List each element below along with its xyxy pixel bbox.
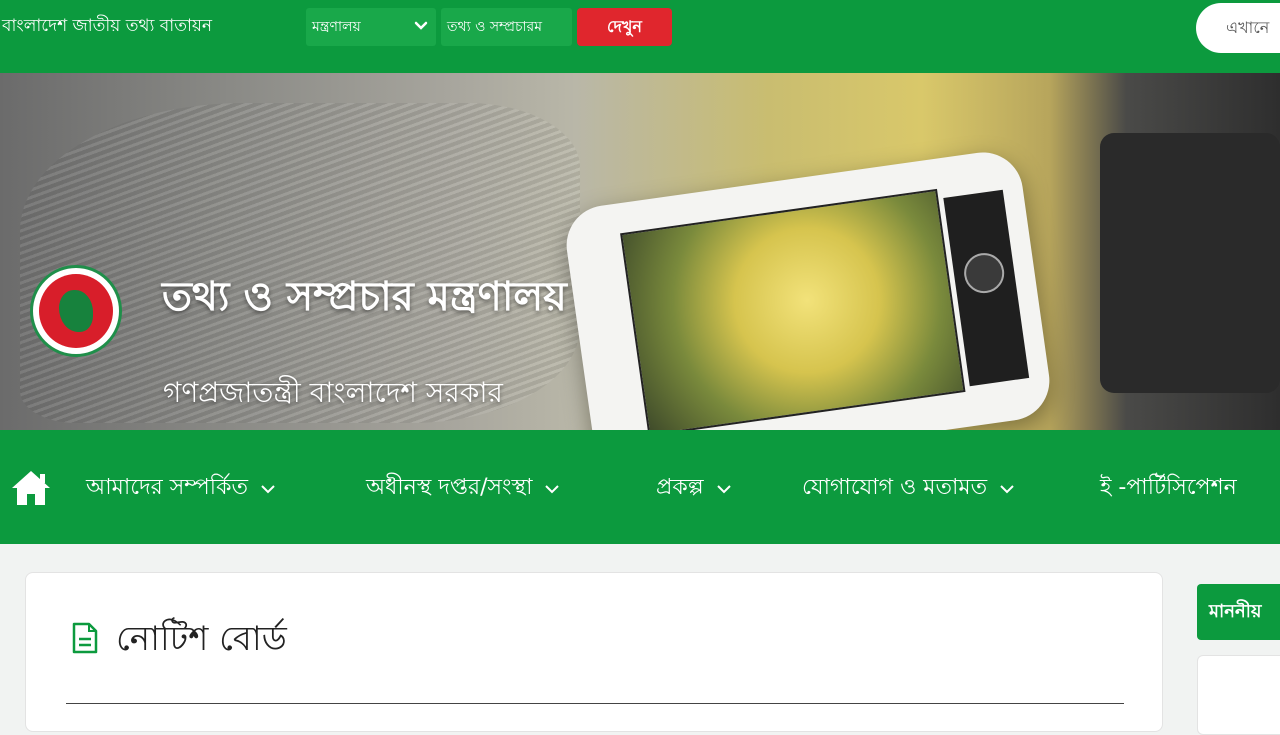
nav-item-subordinate-offices[interactable]: অধীনস্থ দপ্তর/সংস্থা xyxy=(366,470,560,507)
ministry-select-value: মন্ত্রণালয় xyxy=(312,19,361,35)
nav-item-label: ই -পার্টিসিপেশন xyxy=(1100,475,1237,500)
chevron-down-icon xyxy=(716,484,731,493)
camera-image xyxy=(1100,133,1280,393)
document-icon xyxy=(72,622,98,654)
sidebar-tab-label: মাননীয় xyxy=(1209,600,1262,622)
sidebar-card xyxy=(1197,655,1280,735)
chevron-down-icon xyxy=(261,484,275,493)
chevron-down-icon xyxy=(414,21,428,30)
nav-item-label: আমাদের সম্পর্কিত xyxy=(86,475,248,500)
nav-item-label: অধীনস্থ দপ্তর/সংস্থা xyxy=(366,475,533,500)
phone-screen xyxy=(620,188,966,430)
sidebar-tab-honorable[interactable]: মাননীয় xyxy=(1197,584,1280,640)
government-logo[interactable] xyxy=(30,265,122,357)
chevron-down-icon xyxy=(1000,484,1014,493)
office-select[interactable]: তথ্য ও সম্প্রচারম xyxy=(441,8,572,46)
office-select-value: তথ্য ও সম্প্রচারম xyxy=(447,19,543,35)
nav-item-label: প্রকল্প xyxy=(656,475,704,500)
nav-item-e-participation[interactable]: ই -পার্টিসিপেশন xyxy=(1100,470,1237,507)
ministry-select[interactable]: মন্ত্রণালয় xyxy=(306,8,436,46)
smartphone-image xyxy=(561,147,1055,430)
divider xyxy=(66,703,1124,704)
nav-item-contact[interactable]: যোগাযোগ ও মতামত xyxy=(802,470,1015,507)
nav-item-projects[interactable]: প্রকল্প xyxy=(656,470,732,507)
nav-item-about[interactable]: আমাদের সম্পর্কিত xyxy=(86,470,276,507)
header-banner: তথ্য ও সম্প্রচার মন্ত্রণালয় গণপ্রজাতন্ত… xyxy=(0,73,1280,430)
nav-item-label: যোগাযোগ ও মতামত xyxy=(802,475,988,500)
notice-board-title: নোটিশ বোর্ড xyxy=(116,619,287,659)
main-nav: আমাদের সম্পর্কিত অধীনস্থ দপ্তর/সংস্থা প্… xyxy=(0,430,1280,544)
search-input[interactable]: এখানে xyxy=(1196,3,1280,53)
government-name: গণপ্রজাতন্ত্রী বাংলাদেশ সরকার xyxy=(163,376,503,409)
notice-board-card: নোটিশ বোর্ড xyxy=(25,572,1163,732)
view-button[interactable]: দেখুন xyxy=(577,8,672,46)
portal-title[interactable]: বাংলাদেশ জাতীয় তথ্য বাতায়ন xyxy=(2,13,212,41)
search-placeholder: এখানে xyxy=(1226,17,1270,37)
home-icon[interactable] xyxy=(10,468,52,508)
top-bar: বাংলাদেশ জাতীয় তথ্য বাতায়ন মন্ত্রণালয়… xyxy=(0,0,1280,73)
chevron-down-icon xyxy=(545,484,560,493)
ministry-name[interactable]: তথ্য ও সম্প্রচার মন্ত্রণালয় xyxy=(162,265,567,332)
